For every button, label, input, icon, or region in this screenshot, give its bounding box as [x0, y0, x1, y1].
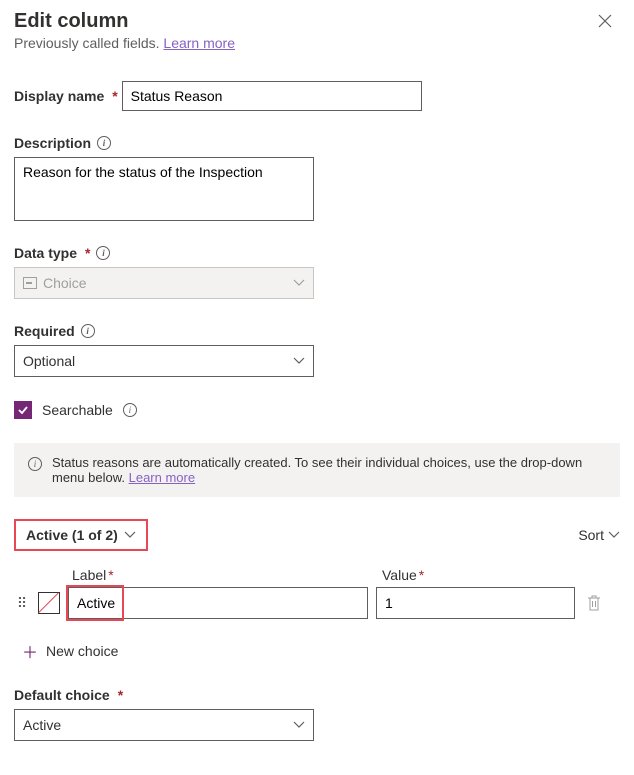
- learn-more-link[interactable]: Learn more: [163, 35, 235, 51]
- close-button[interactable]: [590, 10, 620, 32]
- choice-type-icon: [23, 277, 37, 289]
- chevron-down-icon: [293, 357, 305, 365]
- required-label: Required i: [14, 323, 95, 339]
- info-icon[interactable]: i: [81, 324, 95, 338]
- close-icon: [598, 14, 612, 28]
- display-name-input[interactable]: [122, 81, 422, 111]
- chevron-down-icon: [293, 721, 305, 729]
- info-icon[interactable]: i: [96, 246, 110, 260]
- color-swatch-none[interactable]: [38, 592, 60, 614]
- choice-row: ⠿: [14, 587, 620, 619]
- choice-value-input[interactable]: [376, 587, 575, 619]
- description-label: Description i: [14, 135, 111, 151]
- add-choice-button[interactable]: ＋ New choice: [14, 633, 118, 687]
- info-message: i Status reasons are automatically creat…: [14, 443, 620, 497]
- panel-subtitle: Previously called fields. Learn more: [14, 35, 620, 51]
- display-name-label: Display name*: [14, 88, 118, 104]
- data-type-label: Data type* i: [14, 245, 110, 261]
- description-input[interactable]: Reason for the status of the Inspection: [14, 157, 314, 221]
- default-choice-select[interactable]: Active: [14, 709, 314, 741]
- delete-choice-button[interactable]: [583, 591, 605, 615]
- info-icon[interactable]: i: [123, 403, 137, 417]
- default-choice-label: Default choice*: [14, 687, 123, 703]
- checkmark-icon: [17, 404, 29, 416]
- data-type-select: Choice: [14, 267, 314, 299]
- state-dropdown[interactable]: Active (1 of 2): [14, 519, 148, 551]
- choice-label-input[interactable]: [68, 587, 368, 619]
- chevron-down-icon: [608, 531, 620, 539]
- searchable-label: Searchable: [42, 402, 113, 418]
- drag-handle-icon[interactable]: ⠿: [14, 595, 30, 612]
- searchable-checkbox[interactable]: [14, 401, 32, 419]
- trash-icon: [587, 595, 601, 611]
- info-icon: i: [28, 457, 42, 471]
- plus-icon: ＋: [22, 639, 38, 663]
- sort-button[interactable]: Sort: [578, 527, 620, 543]
- learn-more-link[interactable]: Learn more: [129, 470, 195, 485]
- required-select[interactable]: Optional: [14, 345, 314, 377]
- chevron-down-icon: [124, 531, 136, 539]
- chevron-down-icon: [293, 279, 305, 287]
- info-icon[interactable]: i: [97, 136, 111, 150]
- choice-value-header: Value*: [382, 567, 572, 583]
- choice-label-header: Label*: [72, 567, 372, 583]
- panel-title: Edit column: [14, 10, 590, 33]
